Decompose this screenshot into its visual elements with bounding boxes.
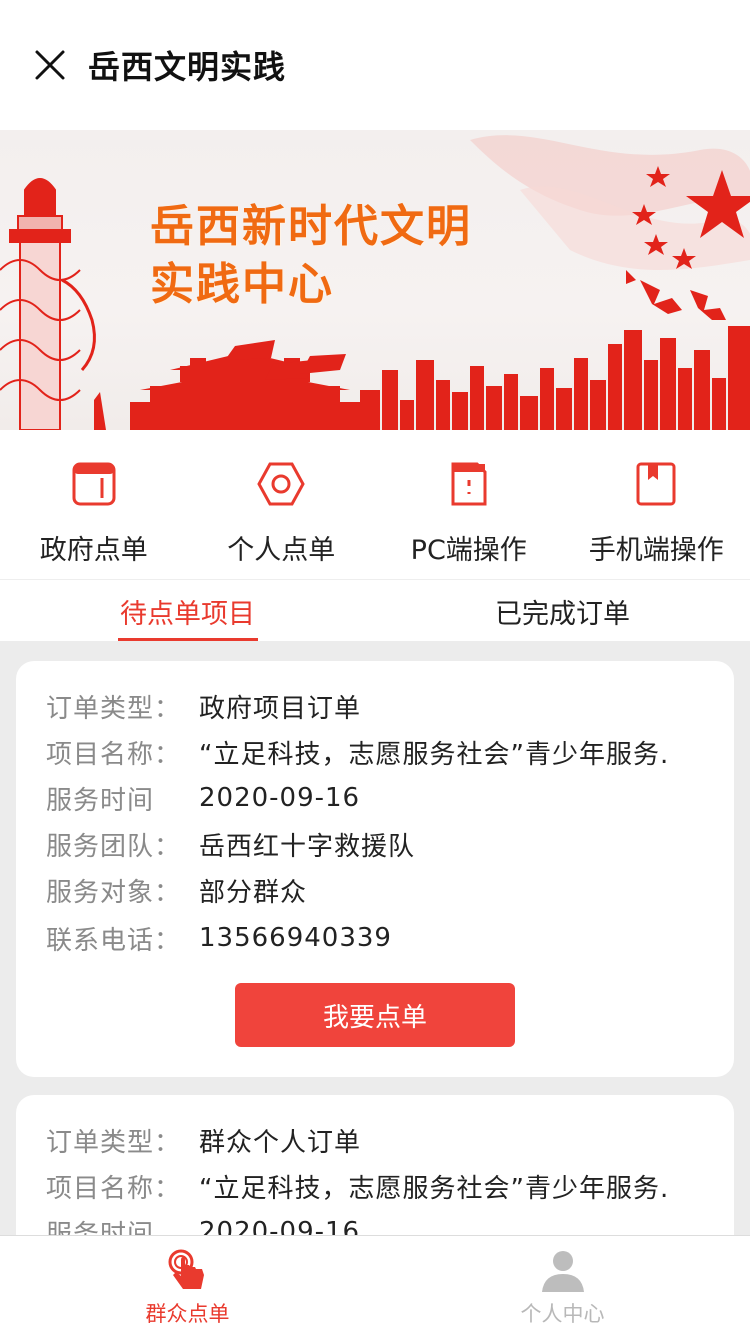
nav-label: 群众点单: [145, 1302, 230, 1326]
mobile-operation-icon: [636, 462, 676, 506]
field-value: 13566940339: [199, 923, 392, 953]
close-icon: [35, 50, 65, 80]
quick-pc-operation[interactable]: PC端操作: [375, 430, 563, 579]
field-value: 部分群众: [199, 877, 308, 908]
quick-label: 手机端操作: [588, 535, 724, 566]
nav-label: 个人中心: [520, 1302, 605, 1326]
field-label: 服务对象：: [46, 877, 182, 908]
banner-title: 岳西新时代文明 实践中心: [150, 198, 472, 314]
order-field: 服务时间 2020-09-16: [46, 1209, 704, 1235]
field-label: 服务团队：: [46, 831, 182, 862]
order-card: 订单类型： 群众个人订单 项目名称： “立足科技，志愿服务社会”青少年服务. 服…: [16, 1095, 734, 1235]
order-field: 订单类型： 群众个人订单: [46, 1117, 704, 1163]
order-tabs: 待点单项目 已完成订单: [0, 581, 750, 641]
quick-mobile-operation[interactable]: 手机端操作: [563, 430, 750, 579]
nav-public-order[interactable]: 群众点单: [0, 1236, 375, 1334]
banner-title-line1: 岳西新时代文明: [150, 201, 472, 252]
order-field: 项目名称： “立足科技，志愿服务社会”青少年服务.: [46, 729, 704, 775]
order-field: 服务时间 2020-09-16: [46, 775, 704, 821]
field-label: 项目名称：: [46, 1173, 182, 1204]
order-field: 联系电话： 13566940339: [46, 913, 704, 963]
field-label: 订单类型：: [46, 693, 182, 724]
field-value: 政府项目订单: [199, 693, 362, 724]
field-label: 项目名称：: [46, 739, 182, 770]
quick-personal-order[interactable]: 个人点单: [188, 430, 376, 579]
field-value: “立足科技，志愿服务社会”青少年服务.: [199, 1173, 670, 1204]
field-value: 2020-09-16: [199, 1217, 361, 1235]
tab-pending-projects[interactable]: 待点单项目: [0, 581, 375, 641]
tab-completed-orders[interactable]: 已完成订单: [375, 581, 750, 641]
field-label: 订单类型：: [46, 1127, 182, 1158]
quick-government-order[interactable]: 政府点单: [0, 430, 188, 579]
field-value: “立足科技，志愿服务社会”青少年服务.: [199, 739, 670, 770]
field-label: 服务时间: [46, 1219, 155, 1236]
field-label: 联系电话：: [46, 925, 182, 956]
field-value: 2020-09-16: [199, 783, 361, 813]
bottom-nav: 群众点单 个人中心: [0, 1235, 750, 1334]
quick-label: 政府点单: [39, 535, 148, 566]
quick-actions: 政府点单 个人点单 PC端操作 手机端操作: [0, 430, 750, 580]
order-field: 订单类型： 政府项目订单: [46, 683, 704, 729]
hero-banner: 岳西新时代文明 实践中心: [0, 130, 750, 430]
banner-title-line2: 实践中心: [150, 259, 334, 310]
field-label: 服务时间: [46, 785, 155, 816]
order-field: 服务团队： 岳西红十字救援队: [46, 821, 704, 867]
field-value: 群众个人订单: [199, 1127, 362, 1158]
close-button[interactable]: [20, 35, 80, 95]
government-order-icon: [72, 462, 116, 506]
top-bar: 岳西文明实践: [0, 0, 750, 130]
nav-personal-center[interactable]: 个人中心: [375, 1236, 750, 1334]
page-title: 岳西文明实践: [88, 48, 287, 86]
quick-label: PC端操作: [410, 535, 527, 566]
order-field: 项目名称： “立足科技，志愿服务社会”青少年服务.: [46, 1163, 704, 1209]
order-list[interactable]: 订单类型： 政府项目订单 项目名称： “立足科技，志愿服务社会”青少年服务. 服…: [0, 641, 750, 1235]
order-card: 订单类型： 政府项目订单 项目名称： “立足科技，志愿服务社会”青少年服务. 服…: [16, 661, 734, 1077]
personal-order-icon: [257, 462, 305, 506]
order-field: 服务对象： 部分群众: [46, 867, 704, 913]
field-value: 岳西红十字救援队: [199, 831, 416, 862]
pc-operation-icon: [451, 462, 487, 506]
user-icon: [541, 1251, 584, 1292]
place-order-button[interactable]: 我要点单: [235, 983, 515, 1047]
tap-hand-icon: [168, 1249, 204, 1289]
quick-label: 个人点单: [227, 535, 336, 566]
